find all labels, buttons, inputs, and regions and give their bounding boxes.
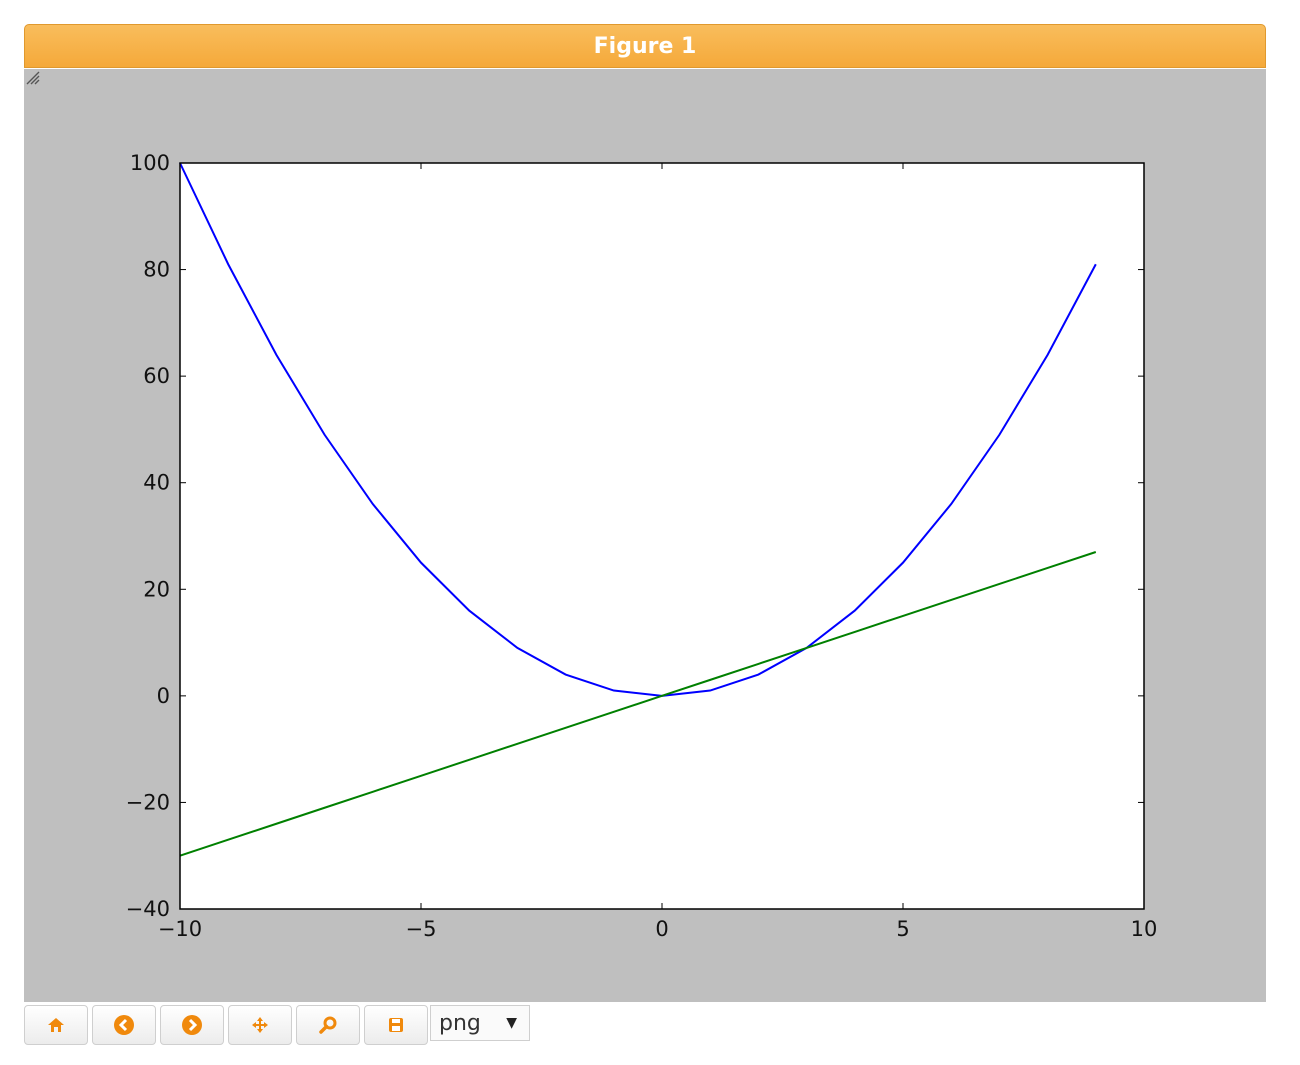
figure-title: Figure 1 (593, 33, 697, 59)
floppy-disk-icon (389, 1018, 403, 1032)
figure-toolbar: png ▼ (24, 1005, 530, 1047)
format-select-value: png (439, 1010, 481, 1036)
y-tick-label: 0 (157, 684, 170, 708)
line-chart: −10 −5 0 5 10−40−20020406080100 (126, 151, 1158, 941)
arrow-right-circle-icon (182, 1015, 202, 1035)
pan-button[interactable] (228, 1005, 292, 1045)
y-tick-label: −20 (126, 790, 170, 814)
x-tick-label: 0 (655, 917, 668, 941)
x-tick-label: 5 (896, 917, 909, 941)
x-tick-label: 10 (1131, 917, 1158, 941)
magnifier-icon (319, 1016, 337, 1034)
home-icon (48, 1018, 64, 1032)
y-tick-label: −40 (126, 897, 170, 921)
figure-canvas[interactable]: −10 −5 0 5 10 −40 −20 0 20 40 60 80 100 (24, 69, 1266, 1002)
back-button[interactable] (92, 1005, 156, 1045)
move-arrows-icon (252, 1017, 268, 1033)
y-tick-label: 20 (143, 577, 170, 601)
plot-area (180, 163, 1144, 909)
resize-handle-icon[interactable] (24, 69, 40, 85)
dropdown-arrow-icon: ▼ (506, 1015, 517, 1031)
figure-title-bar: Figure 1 (24, 24, 1266, 68)
y-tick-label: 60 (143, 364, 170, 388)
save-button[interactable] (364, 1005, 428, 1045)
y-tick-label: 100 (130, 151, 170, 175)
zoom-button[interactable] (296, 1005, 360, 1045)
y-tick-label: 40 (143, 471, 170, 495)
arrow-left-circle-icon (114, 1015, 134, 1035)
x-tick-label: −5 (406, 917, 437, 941)
y-tick-label: 80 (143, 258, 170, 282)
forward-button[interactable] (160, 1005, 224, 1045)
format-select[interactable]: png ▼ (430, 1005, 530, 1041)
home-button[interactable] (24, 1005, 88, 1045)
